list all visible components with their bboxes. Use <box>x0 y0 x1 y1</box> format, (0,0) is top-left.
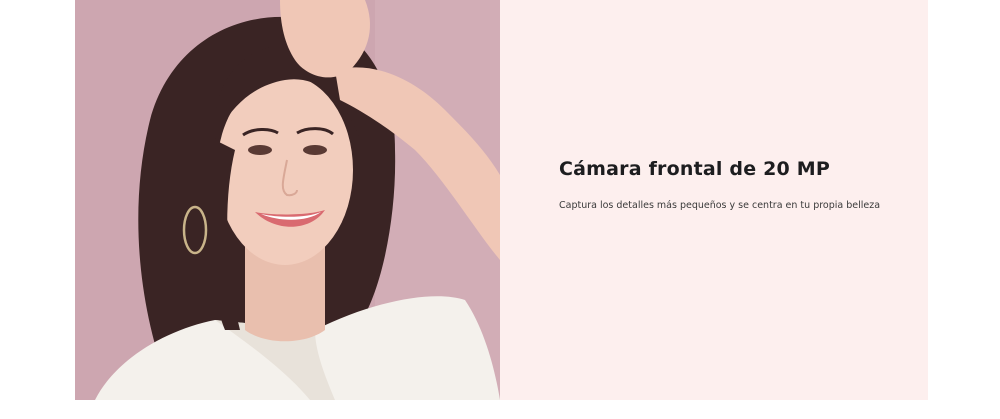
selfie-illustration <box>75 0 500 400</box>
feature-text-panel: Cámara frontal de 20 MP Captura los deta… <box>500 0 928 400</box>
page: Cámara frontal de 20 MP Captura los deta… <box>0 0 1000 419</box>
feature-banner: Cámara frontal de 20 MP Captura los deta… <box>75 0 928 400</box>
selfie-photo <box>75 0 500 400</box>
feature-description: Captura los detalles más pequeños y se c… <box>559 200 881 211</box>
feature-title: Cámara frontal de 20 MP <box>559 158 831 180</box>
